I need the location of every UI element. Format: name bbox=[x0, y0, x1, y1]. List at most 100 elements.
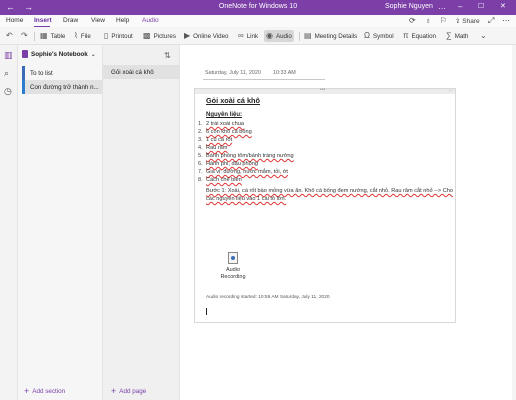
page-item[interactable]: Gỏi xoài cá khô bbox=[103, 65, 180, 79]
tell-me-icon[interactable]: ♁ bbox=[425, 16, 431, 25]
plus-icon: + bbox=[111, 386, 117, 396]
sync-icon[interactable]: ⟳ bbox=[409, 16, 416, 25]
close-button[interactable]: ✕ bbox=[500, 2, 506, 12]
minimize-button[interactable]: – bbox=[458, 2, 462, 12]
ribbon-more-button[interactable]: ⌄ bbox=[480, 30, 490, 42]
pictures-icon: ▩ bbox=[143, 31, 151, 40]
file-button[interactable]: ⌇ File bbox=[74, 30, 91, 42]
page-date: Saturday, July 11, 2020 bbox=[205, 70, 261, 76]
list-text: Bánh phồng tôm/bánh tráng nướng bbox=[206, 153, 294, 159]
audio-file-icon bbox=[228, 252, 238, 264]
online-video-button[interactable]: ▶ Online Video bbox=[184, 30, 228, 42]
tab-home[interactable]: Home bbox=[6, 17, 23, 24]
ribbon-divider bbox=[34, 32, 35, 41]
chevron-down-icon: ⌄ bbox=[90, 51, 96, 58]
share-button[interactable]: ⇪ Share bbox=[455, 17, 480, 25]
undo-icon: ↶ bbox=[6, 31, 13, 40]
section-item[interactable]: Con đường trở thành n... bbox=[22, 80, 103, 94]
notebook-icon bbox=[22, 50, 28, 58]
redo-icon: ↷ bbox=[21, 31, 28, 40]
step-paragraph: Bước 1: Xoài, cà rốt bào mỏng vừa ăn. Kh… bbox=[206, 188, 453, 202]
meeting-details-button[interactable]: ▤ Meeting Details bbox=[304, 30, 357, 42]
tab-help[interactable]: Help bbox=[116, 17, 129, 24]
audio-label: Audio bbox=[275, 32, 292, 40]
section-label: To to list bbox=[30, 69, 53, 77]
page-title-underline bbox=[203, 79, 325, 80]
tab-view[interactable]: View bbox=[91, 17, 105, 24]
table-label: Table bbox=[50, 32, 66, 40]
chevron-down-icon: ⌄ bbox=[480, 31, 487, 40]
notebook-selector[interactable]: Sophie's Notebook ⌄ bbox=[18, 45, 103, 63]
symbol-button[interactable]: Ω Symbol bbox=[364, 30, 394, 42]
list-text: Rau răm bbox=[206, 145, 228, 151]
pages-pane: Gỏi xoài cá khô + Add page bbox=[103, 45, 180, 400]
math-button[interactable]: ∑ Math bbox=[446, 30, 468, 42]
note-container-bar[interactable]: ••• ↔ bbox=[195, 87, 455, 94]
notebooks-icon[interactable]: ▥ bbox=[4, 50, 13, 60]
add-page-label: Add page bbox=[119, 388, 147, 395]
section-color-tab bbox=[22, 80, 25, 94]
audio-button[interactable]: ◉ Audio bbox=[264, 30, 294, 42]
plus-icon: + bbox=[24, 386, 30, 396]
ribbon-divider bbox=[299, 32, 300, 41]
undo-button[interactable]: ↶ bbox=[6, 30, 16, 42]
link-label: Link bbox=[246, 32, 259, 40]
search-icon[interactable]: ⌕ bbox=[4, 68, 9, 78]
ribbon: ↶ ↷ ▦ Table ⌇ File ▯ Printout ▩ Pictures ▶ On… bbox=[0, 27, 516, 45]
list-text: Hành phi, đậu phộng bbox=[206, 161, 258, 167]
printout-button[interactable]: ▯ Printout bbox=[104, 30, 133, 42]
ingredients-heading: Nguyên liệu: bbox=[206, 112, 243, 118]
link-button[interactable]: ∞ Link bbox=[238, 30, 258, 42]
paperclip-icon: ⌇ bbox=[74, 31, 78, 40]
video-icon: ▶ bbox=[184, 31, 191, 40]
note-title: Gỏi xoài cá khô bbox=[206, 96, 260, 105]
add-section-button[interactable]: + Add section bbox=[24, 387, 65, 396]
add-section-label: Add section bbox=[32, 388, 66, 395]
sort-icon[interactable]: ⇅ bbox=[164, 51, 171, 60]
printout-icon: ▯ bbox=[104, 31, 109, 40]
resize-arrow-icon[interactable]: ↔ bbox=[448, 87, 453, 93]
more-options-icon[interactable]: … bbox=[438, 2, 446, 12]
expand-icon[interactable]: ⤢ bbox=[488, 16, 494, 26]
file-label: File bbox=[80, 32, 91, 40]
tab-insert[interactable]: Insert bbox=[34, 17, 52, 24]
online-video-label: Online Video bbox=[193, 32, 229, 40]
list-text: 1 củ cà rốt bbox=[206, 137, 233, 143]
equation-button[interactable]: π Equation bbox=[403, 30, 436, 42]
omega-icon: Ω bbox=[364, 31, 370, 40]
audio-label: Audio bbox=[225, 267, 241, 273]
recording-timestamp: Audio recording started: 10:59 AM Saturd… bbox=[206, 295, 330, 300]
math-label: Math bbox=[454, 32, 469, 40]
audio-recording-attachment[interactable]: Audio Recording bbox=[216, 252, 250, 281]
drag-handle-icon[interactable]: ••• bbox=[320, 87, 325, 93]
math-icon: ∑ bbox=[446, 31, 452, 40]
vertical-scrollbar[interactable] bbox=[512, 45, 516, 400]
link-icon: ∞ bbox=[238, 31, 244, 40]
sections-pane: Sophie's Notebook ⌄ To to list Con đường… bbox=[18, 45, 103, 400]
list-text: Gia vị: đường, nước mắm, tỏi, ớt bbox=[206, 169, 288, 175]
user-name[interactable]: Sophie Nguyen bbox=[385, 3, 433, 10]
title-bar: ← → OneNote for Windows 10 Sophie Nguyen… bbox=[0, 0, 516, 15]
tab-audio[interactable]: Audio bbox=[142, 17, 159, 24]
more-icon[interactable]: ⋯ bbox=[502, 16, 510, 25]
pictures-button[interactable]: ▩ Pictures bbox=[143, 30, 176, 42]
recent-notes-icon[interactable]: ◷ bbox=[4, 86, 12, 96]
calendar-icon: ▤ bbox=[304, 31, 312, 40]
list-text: 2 trái xoài chua bbox=[206, 121, 244, 127]
pi-icon: π bbox=[403, 31, 409, 40]
section-label: Con đường trở thành n... bbox=[30, 83, 99, 91]
tab-draw[interactable]: Draw bbox=[63, 17, 78, 24]
list-text: 6 con khô cá bống bbox=[206, 129, 252, 135]
section-color-tab bbox=[22, 66, 25, 80]
table-button[interactable]: ▦ Table bbox=[40, 30, 65, 42]
notebook-name: Sophie's Notebook bbox=[31, 50, 88, 58]
redo-button[interactable]: ↷ bbox=[21, 30, 31, 42]
section-item[interactable]: To to list bbox=[22, 66, 103, 80]
left-rail: ▥ ⌕ ◷ bbox=[0, 45, 18, 400]
maximize-button[interactable]: ☐ bbox=[478, 2, 484, 12]
table-icon: ▦ bbox=[40, 31, 48, 40]
note-container[interactable]: ••• ↔ Gỏi xoài cá khô Nguyên liệu: 1. 2 t… bbox=[194, 87, 456, 323]
symbol-label: Symbol bbox=[372, 32, 394, 40]
notifications-icon[interactable]: ⚐ bbox=[440, 16, 447, 25]
add-page-button[interactable]: + Add page bbox=[111, 387, 146, 396]
